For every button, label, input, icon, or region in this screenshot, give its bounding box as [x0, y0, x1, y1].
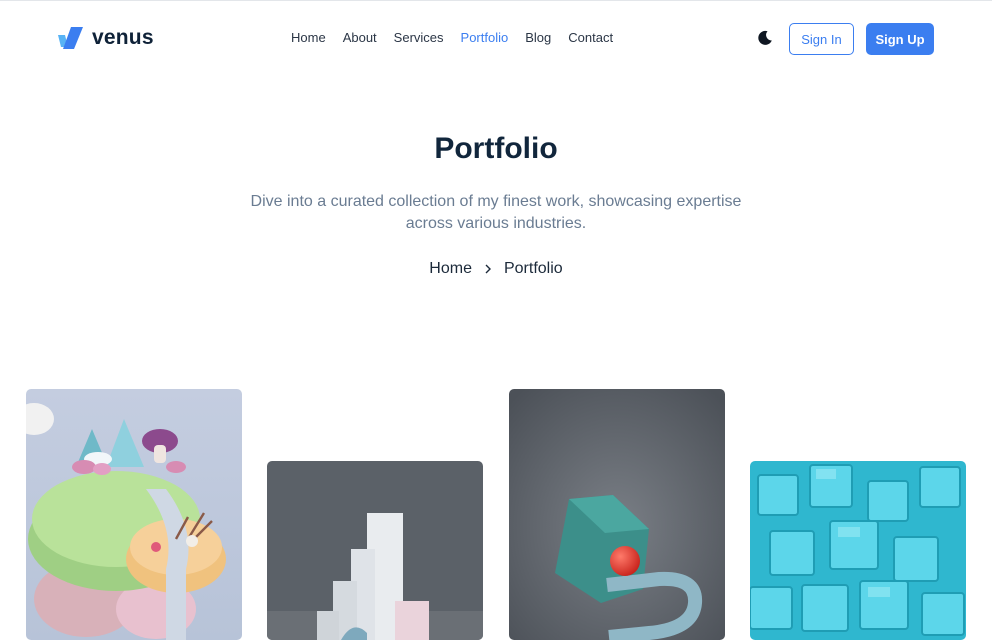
breadcrumb-current: Portfolio: [503, 260, 563, 277]
sign-in-button[interactable]: Sign In: [789, 23, 854, 55]
chevron-right-icon: [485, 264, 491, 274]
nav-portfolio[interactable]: Portfolio: [461, 29, 509, 47]
venus-logo-icon: [58, 27, 83, 49]
site-header: venus Home About Services Portfolio Blog…: [0, 1, 992, 75]
page-title: Portfolio: [434, 132, 558, 165]
breadcrumb: Home Portfolio: [0, 260, 992, 278]
nav-blog[interactable]: Blog: [525, 29, 551, 47]
portfolio-item-white-blocks[interactable]: [267, 461, 483, 640]
portfolio-item-hexagon-ball[interactable]: [509, 389, 725, 640]
white-blocks-image: [267, 461, 483, 640]
brand-name: venus: [92, 26, 154, 49]
portfolio-item-cyan-cubes[interactable]: [750, 461, 966, 640]
nav-home[interactable]: Home: [291, 29, 326, 47]
breadcrumb-home[interactable]: Home: [429, 260, 472, 278]
main-nav: Home About Services Portfolio Blog Conta…: [291, 29, 630, 47]
nav-about[interactable]: About: [343, 29, 377, 47]
page-subtitle: Dive into a curated collection of my fin…: [250, 193, 742, 232]
hexagon-ball-image: [509, 389, 725, 640]
portfolio-item-floating-island[interactable]: [26, 389, 242, 640]
floating-island-image: [26, 389, 242, 640]
cyan-cubes-image: [750, 461, 966, 640]
brand-logo[interactable]: venus: [58, 26, 154, 50]
nav-services[interactable]: Services: [394, 29, 444, 47]
sign-up-button[interactable]: Sign Up: [866, 23, 934, 55]
nav-contact[interactable]: Contact: [568, 29, 613, 47]
moon-icon[interactable]: [756, 29, 774, 47]
